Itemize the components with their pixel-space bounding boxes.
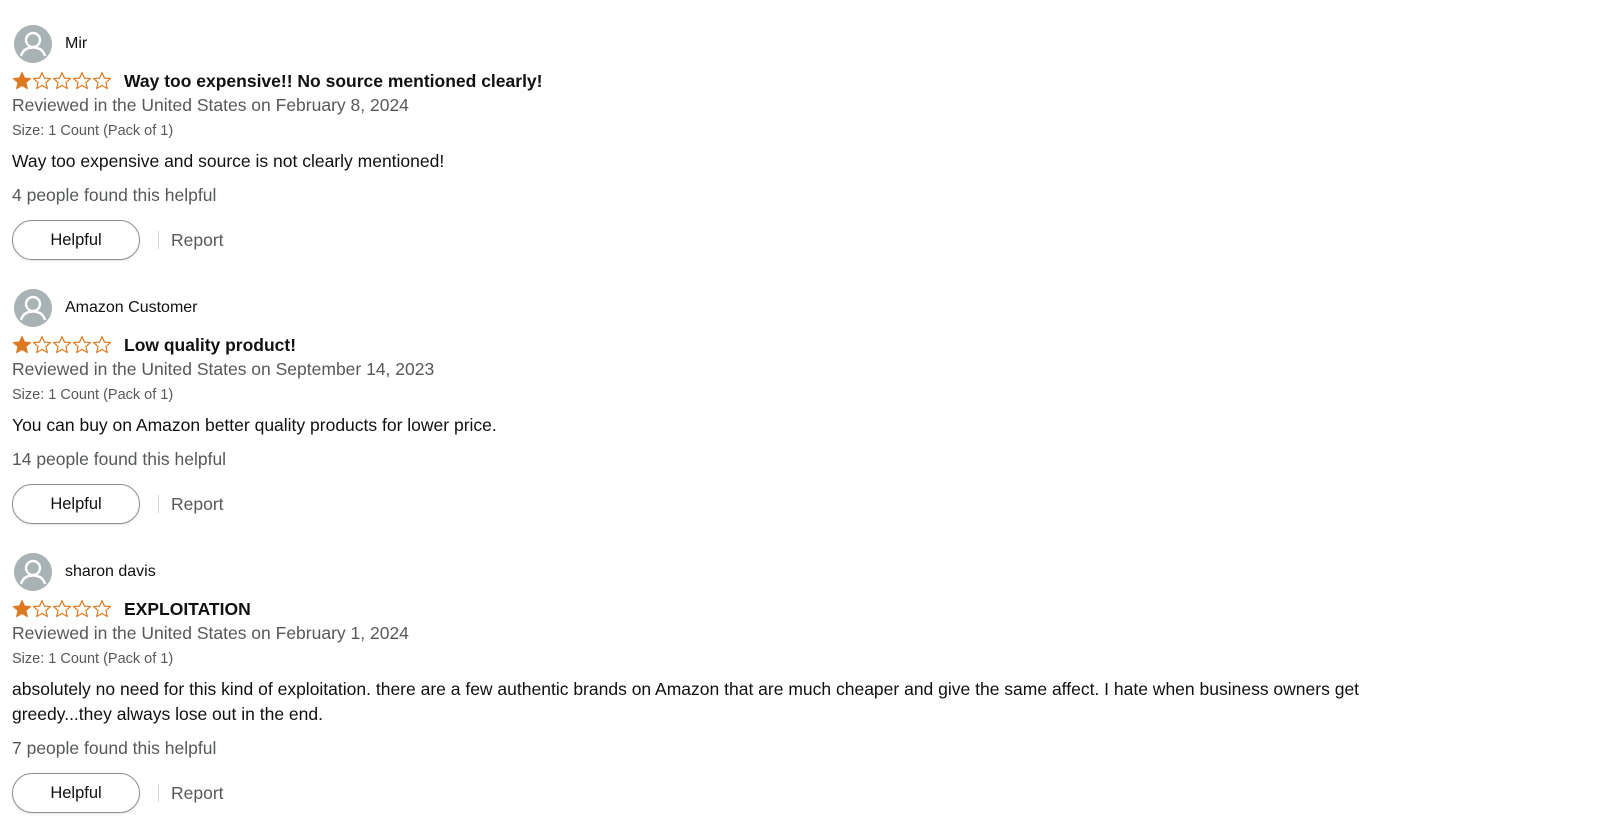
star-filled-icon bbox=[12, 72, 32, 90]
rating-line: Low quality product! bbox=[12, 334, 296, 356]
user-avatar-icon[interactable] bbox=[14, 25, 52, 63]
star-empty-icon bbox=[52, 336, 72, 354]
reviewer-profile[interactable]: Mir bbox=[14, 25, 87, 63]
reviewer-name[interactable]: Mir bbox=[65, 35, 87, 53]
star-filled-icon bbox=[12, 336, 32, 354]
product-variant-size: Size: 1 Count (Pack of 1) bbox=[12, 123, 174, 139]
review-card: sharon davis EXPLOITATION Reviewed in th… bbox=[12, 553, 1572, 823]
helpful-count: 4 people found this helpful bbox=[12, 185, 217, 205]
review-card: Amazon Customer Low quality product! Rev… bbox=[12, 289, 1572, 529]
star-empty-icon bbox=[72, 600, 92, 618]
review-date: Reviewed in the United States on Februar… bbox=[12, 623, 409, 643]
review-title[interactable]: Low quality product! bbox=[124, 335, 296, 356]
review-date: Reviewed in the United States on Septemb… bbox=[12, 359, 435, 379]
star-empty-icon bbox=[32, 600, 52, 618]
report-link[interactable]: Report bbox=[171, 230, 224, 251]
reviewer-profile[interactable]: Amazon Customer bbox=[14, 289, 198, 327]
review-title[interactable]: Way too expensive!! No source mentioned … bbox=[124, 71, 543, 92]
review-actions: Helpful Report bbox=[12, 220, 224, 260]
star-empty-icon bbox=[72, 336, 92, 354]
star-empty-icon bbox=[52, 600, 72, 618]
action-divider bbox=[158, 784, 159, 802]
star-empty-icon bbox=[72, 72, 92, 90]
action-divider bbox=[158, 495, 159, 513]
review-body: absolutely no need for this kind of expl… bbox=[12, 679, 1360, 724]
star-rating[interactable] bbox=[12, 71, 112, 91]
star-rating[interactable] bbox=[12, 599, 112, 619]
star-filled-icon bbox=[12, 600, 32, 618]
review-actions: Helpful Report bbox=[12, 773, 224, 813]
product-variant-size: Size: 1 Count (Pack of 1) bbox=[12, 651, 174, 667]
rating-line: Way too expensive!! No source mentioned … bbox=[12, 70, 543, 92]
review-date: Reviewed in the United States on Februar… bbox=[12, 95, 409, 115]
helpful-button[interactable]: Helpful bbox=[12, 220, 140, 260]
report-link[interactable]: Report bbox=[171, 783, 224, 804]
reviewer-name[interactable]: Amazon Customer bbox=[65, 299, 198, 317]
star-empty-icon bbox=[52, 72, 72, 90]
review-card: Mir Way too expensive!! No source mentio… bbox=[12, 25, 1572, 265]
star-empty-icon bbox=[92, 600, 112, 618]
rating-line: EXPLOITATION bbox=[12, 598, 251, 620]
star-empty-icon bbox=[32, 336, 52, 354]
star-empty-icon bbox=[32, 72, 52, 90]
helpful-count: 14 people found this helpful bbox=[12, 449, 227, 469]
review-body: You can buy on Amazon better quality pro… bbox=[12, 415, 497, 435]
action-divider bbox=[158, 231, 159, 249]
star-empty-icon bbox=[92, 336, 112, 354]
helpful-button[interactable]: Helpful bbox=[12, 484, 140, 524]
helpful-count: 7 people found this helpful bbox=[12, 738, 217, 758]
report-link[interactable]: Report bbox=[171, 494, 224, 515]
helpful-button[interactable]: Helpful bbox=[12, 773, 140, 813]
review-body: Way too expensive and source is not clea… bbox=[12, 151, 445, 171]
review-actions: Helpful Report bbox=[12, 484, 224, 524]
reviewer-profile[interactable]: sharon davis bbox=[14, 553, 156, 591]
star-rating[interactable] bbox=[12, 335, 112, 355]
user-avatar-icon[interactable] bbox=[14, 553, 52, 591]
star-empty-icon bbox=[92, 72, 112, 90]
product-variant-size: Size: 1 Count (Pack of 1) bbox=[12, 387, 174, 403]
user-avatar-icon[interactable] bbox=[14, 289, 52, 327]
reviewer-name[interactable]: sharon davis bbox=[65, 563, 156, 581]
review-title[interactable]: EXPLOITATION bbox=[124, 599, 251, 620]
